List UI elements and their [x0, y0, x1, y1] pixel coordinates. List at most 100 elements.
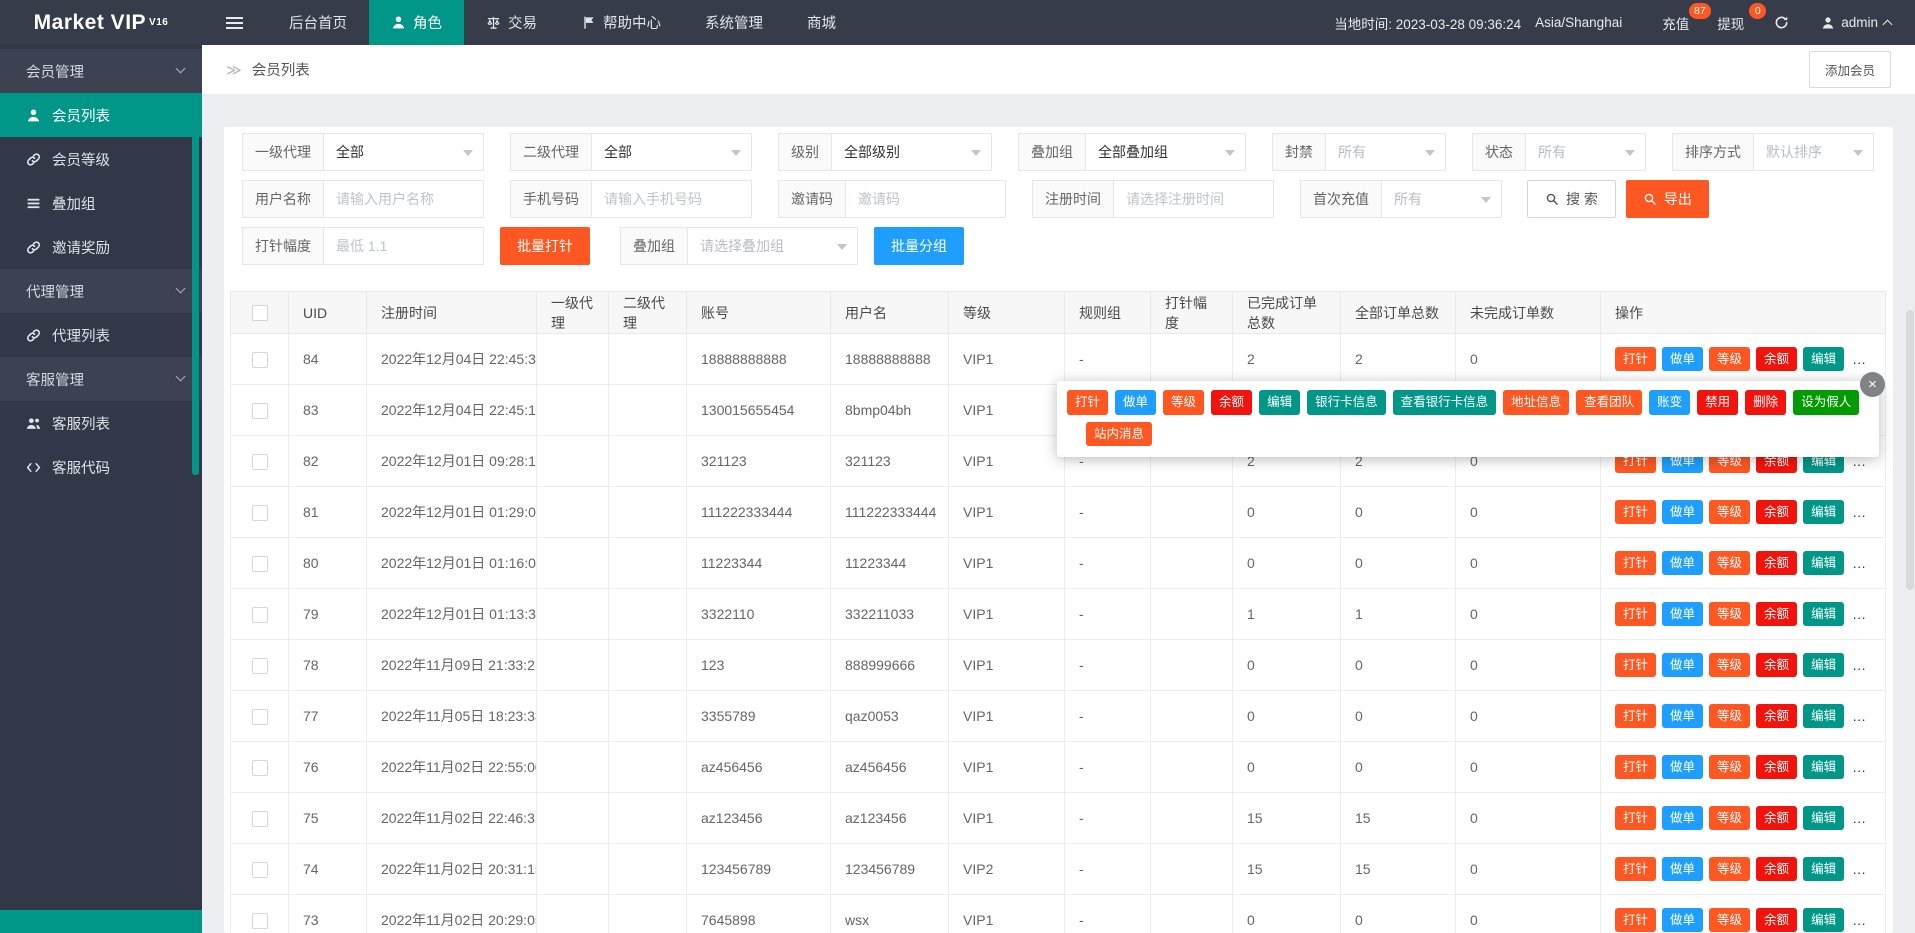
row-action-button[interactable]: 做单	[1662, 347, 1703, 372]
search-button[interactable]: 搜 索	[1527, 180, 1616, 218]
close-icon[interactable]: ×	[1860, 372, 1885, 397]
row-action-button[interactable]: 打针	[1615, 704, 1656, 729]
row-checkbox[interactable]	[252, 913, 268, 929]
row-action-button[interactable]: 打针	[1615, 602, 1656, 627]
filter-select[interactable]: 全部级别	[832, 133, 992, 171]
sidebar-item[interactable]: 会员列表	[0, 93, 202, 137]
add-member-button[interactable]: 添加会员	[1809, 51, 1891, 88]
page-scrollbar[interactable]	[1905, 45, 1915, 933]
refresh-icon[interactable]	[1758, 15, 1805, 30]
filter-select[interactable]: 全部	[324, 133, 484, 171]
topnav-item[interactable]: 帮助中心	[559, 0, 683, 45]
sidebar-group[interactable]: 代理管理	[0, 269, 202, 313]
filter-select[interactable]: 全部叠加组	[1086, 133, 1246, 171]
row-action-button[interactable]: 做单	[1662, 857, 1703, 882]
admin-menu[interactable]: admin	[1805, 15, 1899, 30]
popup-action-button[interactable]: 查看团队	[1576, 390, 1642, 415]
row-action-button[interactable]: 余额	[1756, 653, 1797, 678]
row-checkbox[interactable]	[252, 505, 268, 521]
row-action-button[interactable]: 等级	[1709, 602, 1750, 627]
row-checkbox[interactable]	[252, 811, 268, 827]
filter-select[interactable]: 默认排序	[1754, 133, 1874, 171]
popup-action-button[interactable]: 地址信息	[1503, 390, 1569, 415]
row-action-button[interactable]: 等级	[1709, 755, 1750, 780]
row-action-button[interactable]: 等级	[1709, 908, 1750, 933]
filter-select[interactable]: 全部	[592, 133, 752, 171]
row-action-button[interactable]: 等级	[1709, 653, 1750, 678]
row-action-button[interactable]: 做单	[1662, 602, 1703, 627]
row-checkbox[interactable]	[252, 352, 268, 368]
row-action-button[interactable]: 编辑	[1803, 908, 1844, 933]
row-action-button[interactable]: 余额	[1756, 908, 1797, 933]
row-more-button[interactable]: …	[1852, 759, 1866, 775]
topnav-item[interactable]: 系统管理	[683, 0, 785, 45]
row-action-button[interactable]: 打针	[1615, 551, 1656, 576]
popup-action-button[interactable]: 站内消息	[1086, 422, 1152, 447]
row-action-button[interactable]: 打针	[1615, 806, 1656, 831]
filter-input[interactable]	[846, 180, 1006, 218]
row-action-button[interactable]: 做单	[1662, 908, 1703, 933]
sidebar-scrollbar[interactable]	[192, 100, 199, 475]
row-action-button[interactable]: 等级	[1709, 857, 1750, 882]
batch-inject-button[interactable]: 批量打针	[500, 227, 590, 265]
row-action-button[interactable]: 编辑	[1803, 602, 1844, 627]
row-action-button[interactable]: 编辑	[1803, 347, 1844, 372]
popup-action-button[interactable]: 做单	[1115, 390, 1156, 415]
inject-range-input[interactable]	[324, 227, 484, 265]
popup-action-button[interactable]: 银行卡信息	[1307, 390, 1386, 415]
row-action-button[interactable]: 编辑	[1803, 500, 1844, 525]
row-action-button[interactable]: 编辑	[1803, 551, 1844, 576]
popup-action-button[interactable]: 禁用	[1697, 390, 1738, 415]
popup-action-button[interactable]: 查看银行卡信息	[1393, 390, 1497, 415]
row-checkbox[interactable]	[252, 658, 268, 674]
row-checkbox[interactable]	[252, 607, 268, 623]
row-more-button[interactable]: …	[1852, 555, 1866, 571]
topnav-item[interactable]: 后台首页	[267, 0, 369, 45]
withdraw-button[interactable]: 提现 0	[1703, 0, 1758, 45]
row-action-button[interactable]: 等级	[1709, 704, 1750, 729]
row-action-button[interactable]: 打针	[1615, 908, 1656, 933]
topnav-item[interactable]: 角色	[369, 0, 464, 45]
row-more-button[interactable]: …	[1852, 351, 1866, 367]
row-action-button[interactable]: 编辑	[1803, 806, 1844, 831]
sidebar-item[interactable]: 叠加组	[0, 181, 202, 225]
filter-input[interactable]	[592, 180, 752, 218]
scrollbar-thumb[interactable]	[1906, 310, 1914, 590]
row-action-button[interactable]: 等级	[1709, 347, 1750, 372]
row-action-button[interactable]: 余额	[1756, 857, 1797, 882]
first-recharge-select[interactable]: 所有	[1382, 180, 1502, 218]
popup-action-button[interactable]: 账变	[1649, 390, 1690, 415]
row-action-button[interactable]: 编辑	[1803, 755, 1844, 780]
row-checkbox[interactable]	[252, 403, 268, 419]
filter-select[interactable]: 所有	[1526, 133, 1646, 171]
filter-input[interactable]	[324, 180, 484, 218]
popup-action-button[interactable]: 设为假人	[1793, 390, 1859, 415]
row-more-button[interactable]: …	[1852, 657, 1866, 673]
sidebar-group[interactable]: 会员管理	[0, 49, 202, 93]
export-button[interactable]: 导出	[1626, 180, 1709, 218]
row-more-button[interactable]: …	[1852, 708, 1866, 724]
row-action-button[interactable]: 等级	[1709, 500, 1750, 525]
sidebar-toggle-button[interactable]	[202, 0, 267, 45]
popup-action-button[interactable]: 编辑	[1259, 390, 1300, 415]
row-checkbox[interactable]	[252, 862, 268, 878]
select-all-checkbox[interactable]	[252, 305, 268, 321]
row-action-button[interactable]: 做单	[1662, 704, 1703, 729]
row-action-button[interactable]: 余额	[1756, 704, 1797, 729]
sidebar-item[interactable]: 客服代码	[0, 445, 202, 489]
sidebar-item[interactable]: 客服列表	[0, 401, 202, 445]
batch-group-button[interactable]: 批量分组	[874, 227, 964, 265]
row-action-button[interactable]: 做单	[1662, 551, 1703, 576]
popup-action-button[interactable]: 余额	[1211, 390, 1252, 415]
row-action-button[interactable]: 做单	[1662, 806, 1703, 831]
row-more-button[interactable]: …	[1852, 861, 1866, 877]
filter-input[interactable]	[1114, 180, 1274, 218]
popup-action-button[interactable]: 打针	[1067, 390, 1108, 415]
row-action-button[interactable]: 余额	[1756, 347, 1797, 372]
row-checkbox[interactable]	[252, 454, 268, 470]
row-action-button[interactable]: 等级	[1709, 551, 1750, 576]
row-action-button[interactable]: 等级	[1709, 806, 1750, 831]
row-checkbox[interactable]	[252, 709, 268, 725]
row-action-button[interactable]: 编辑	[1803, 653, 1844, 678]
recharge-button[interactable]: 充值 87	[1648, 0, 1703, 45]
